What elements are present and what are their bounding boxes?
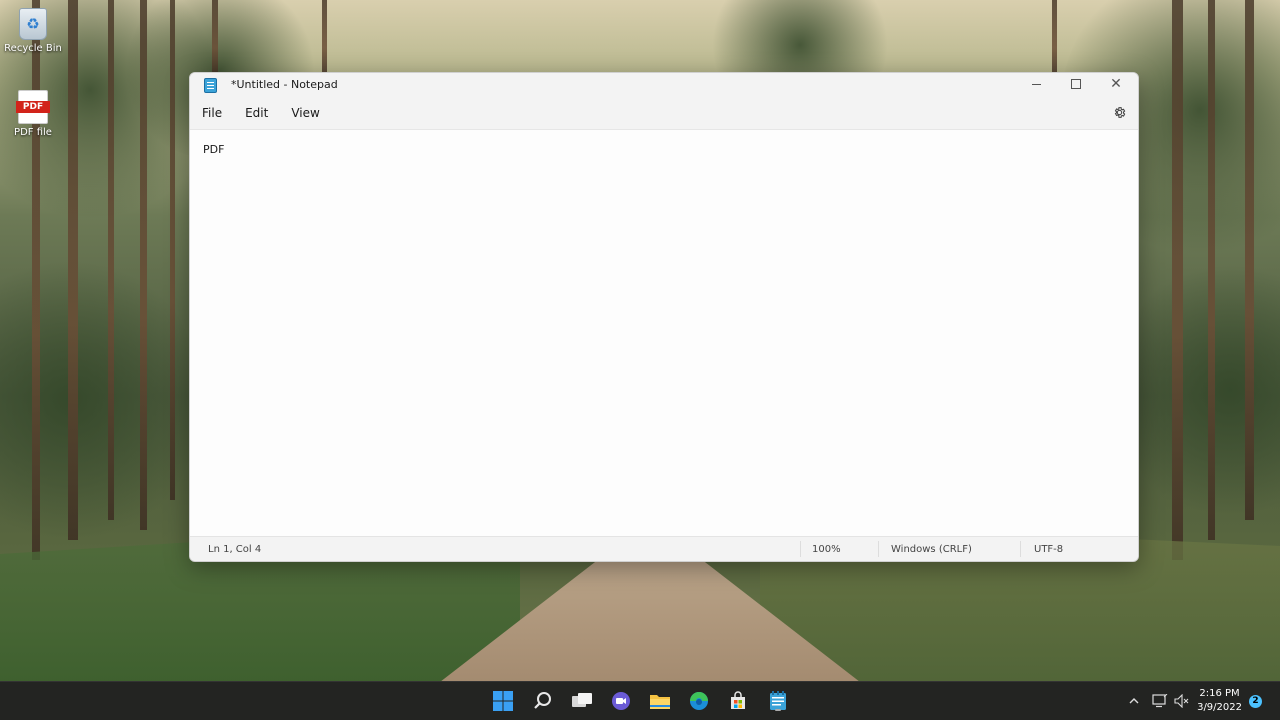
desktop-icon-label: PDF file: [14, 127, 52, 138]
chat-button[interactable]: [609, 689, 633, 713]
notepad-icon: [770, 691, 786, 710]
network-button[interactable]: [1152, 682, 1168, 720]
cursor-position: Ln 1, Col 4: [208, 544, 262, 555]
zoom-level[interactable]: 100%: [812, 544, 841, 555]
clock-time: 2:16 PM: [1199, 688, 1240, 699]
window-title: *Untitled - Notepad: [231, 78, 338, 91]
menu-bar: File Edit View: [190, 97, 1138, 130]
task-view-icon: [572, 693, 592, 707]
taskbar: 2:16 PM 3/9/2022 2: [0, 681, 1280, 720]
notepad-taskbar-button[interactable]: [766, 689, 790, 713]
settings-button[interactable]: [1112, 105, 1126, 119]
search-button[interactable]: [531, 689, 555, 713]
status-bar: Ln 1, Col 4 100% Windows (CRLF) UTF-8: [190, 536, 1138, 561]
desktop-icon-pdf-file[interactable]: PDF PDF file: [1, 90, 65, 138]
pdf-badge: PDF: [16, 101, 50, 113]
file-explorer-button[interactable]: [648, 689, 672, 713]
title-bar[interactable]: *Untitled - Notepad ✕: [190, 73, 1138, 97]
maximize-icon: [1071, 79, 1081, 89]
start-button[interactable]: [491, 689, 515, 713]
start-icon: [493, 691, 513, 711]
maximize-button[interactable]: [1056, 73, 1096, 95]
line-ending[interactable]: Windows (CRLF): [891, 544, 972, 555]
close-button[interactable]: ✕: [1096, 73, 1136, 95]
pdf-file-icon: PDF: [16, 90, 50, 124]
text-editor[interactable]: PDF: [190, 130, 1138, 537]
tray-overflow-button[interactable]: [1128, 682, 1140, 720]
desktop-icon-label: Recycle Bin: [4, 43, 62, 54]
menu-file[interactable]: File: [191, 102, 233, 124]
volume-button[interactable]: [1174, 682, 1190, 720]
chat-icon: [612, 692, 630, 710]
store-icon: [731, 691, 745, 709]
gear-icon: [1114, 106, 1125, 118]
notification-badge[interactable]: 2: [1249, 695, 1262, 708]
file-explorer-icon: [650, 695, 670, 709]
store-button[interactable]: [726, 689, 750, 713]
minimize-icon: [1031, 83, 1041, 85]
menu-edit[interactable]: Edit: [234, 102, 279, 124]
volume-muted-icon: [1174, 694, 1189, 708]
search-icon: [534, 692, 551, 709]
edge-button[interactable]: [687, 689, 711, 713]
desktop: Recycle Bin PDF PDF file *Untitled - Not…: [0, 0, 1280, 720]
clock[interactable]: 2:16 PM 3/9/2022: [1197, 687, 1242, 715]
desktop-icon-recycle-bin[interactable]: Recycle Bin: [1, 8, 65, 54]
task-view-button[interactable]: [570, 689, 594, 713]
notepad-app-icon: [204, 78, 217, 93]
chevron-up-icon: [1129, 698, 1139, 704]
menu-view[interactable]: View: [280, 102, 330, 124]
recycle-bin-icon: [19, 8, 47, 40]
clock-date: 3/9/2022: [1197, 702, 1242, 713]
close-icon: ✕: [1110, 76, 1122, 92]
edge-icon: [690, 692, 708, 710]
minimize-button[interactable]: [1016, 73, 1056, 95]
encoding[interactable]: UTF-8: [1034, 544, 1063, 555]
notepad-window[interactable]: *Untitled - Notepad ✕ File Edit View PDF: [189, 72, 1139, 562]
network-icon: [1152, 694, 1168, 708]
active-indicator: [775, 709, 781, 711]
